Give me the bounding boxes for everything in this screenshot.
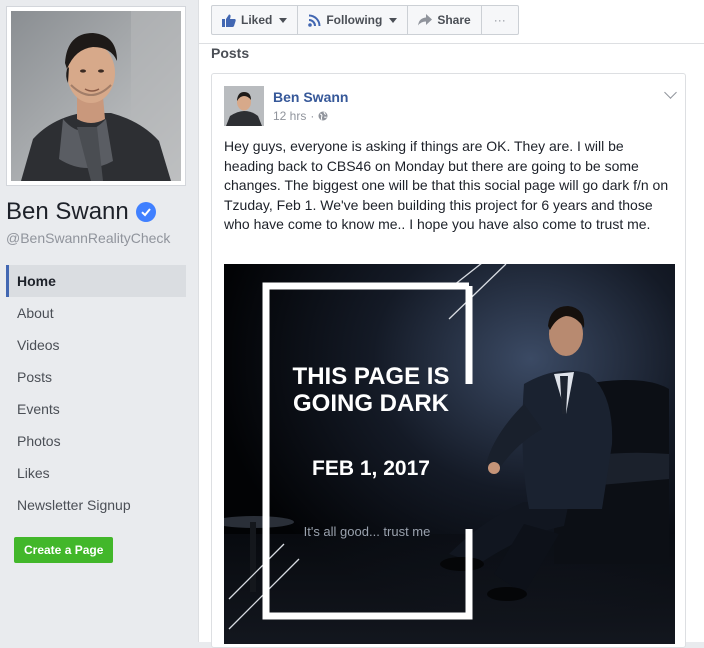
going-dark-graphic: THIS PAGE IS GOING DARK FEB 1, 2017 It's… <box>224 264 675 644</box>
share-button[interactable]: Share <box>408 6 482 34</box>
left-column: Ben Swann @BenSwannRealityCheck Home Abo… <box>0 0 198 642</box>
nav-item-about[interactable]: About <box>6 297 186 329</box>
graphic-headline-line1: THIS PAGE IS <box>293 363 450 390</box>
nav-item-posts[interactable]: Posts <box>6 361 186 393</box>
nav-item-photos[interactable]: Photos <box>6 425 186 457</box>
page-title[interactable]: Ben Swann <box>6 198 156 226</box>
nav-item-videos[interactable]: Videos <box>6 329 186 361</box>
chevron-down-icon <box>389 17 398 23</box>
divider <box>199 43 704 44</box>
nav-item-home[interactable]: Home <box>6 265 186 297</box>
chevron-down-icon <box>279 17 288 23</box>
nav-item-events[interactable]: Events <box>6 393 186 425</box>
post-author-name[interactable]: Ben Swann <box>273 89 348 105</box>
main-column: Liked Following Share ··· Posts Ben Swan… <box>198 0 704 648</box>
page-action-bar: Liked Following Share ··· <box>211 5 519 35</box>
graphic-date: FEB 1, 2017 <box>312 457 430 480</box>
thumbs-up-icon <box>222 14 236 27</box>
nav-item-likes[interactable]: Likes <box>6 457 186 489</box>
page-handle[interactable]: @BenSwannRealityCheck <box>6 230 170 246</box>
create-page-button[interactable]: Create a Page <box>14 537 114 563</box>
profile-photo-image <box>11 11 181 181</box>
profile-picture[interactable] <box>6 6 186 186</box>
page-nav: Home About Videos Posts Events Photos Li… <box>6 265 186 521</box>
post-timestamp[interactable]: 12 hrs <box>273 109 306 123</box>
share-arrow-icon <box>418 14 433 26</box>
post-image[interactable]: THIS PAGE IS GOING DARK FEB 1, 2017 It's… <box>224 264 675 644</box>
more-options-button[interactable]: ··· <box>482 6 518 34</box>
rss-following-icon <box>308 14 321 27</box>
graphic-tagline: It's all good... trust me <box>304 524 431 539</box>
following-button[interactable]: Following <box>298 6 409 34</box>
globe-public-icon[interactable] <box>318 111 328 121</box>
nav-item-newsletter-signup[interactable]: Newsletter Signup <box>6 489 186 521</box>
liked-button[interactable]: Liked <box>212 6 299 34</box>
graphic-headline-line2: GOING DARK <box>293 390 450 417</box>
post-options-chevron-icon[interactable] <box>664 86 677 99</box>
liked-label: Liked <box>241 13 273 27</box>
share-label: Share <box>437 13 471 27</box>
following-label: Following <box>326 13 383 27</box>
verified-badge-icon <box>135 202 156 222</box>
meta-separator: · <box>310 109 315 123</box>
posts-section-heading: Posts <box>211 45 250 61</box>
more-dots-icon: ··· <box>493 13 506 27</box>
post-meta: 12 hrs · <box>273 109 328 123</box>
post-author-avatar[interactable] <box>224 86 264 126</box>
post-card: Ben Swann 12 hrs · Hey guys, everyone is… <box>211 73 686 648</box>
page-name-text[interactable]: Ben Swann <box>6 198 129 226</box>
post-body-text: Hey guys, everyone is asking if things a… <box>224 138 669 232</box>
